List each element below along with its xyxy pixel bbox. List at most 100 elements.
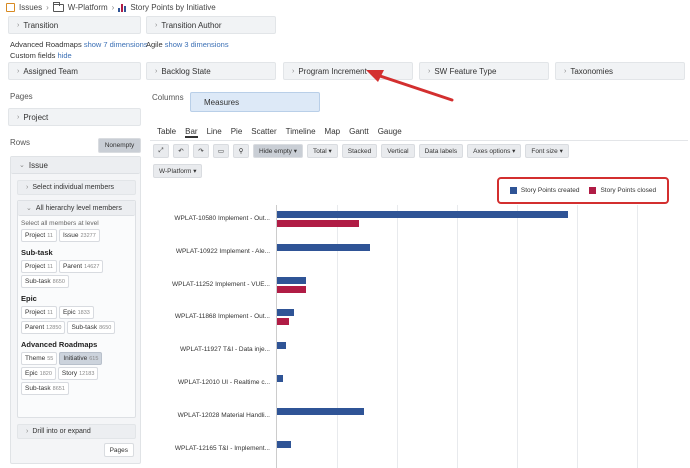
level-tag-story[interactable]: Story 12183 [57, 367, 99, 380]
category-label[interactable]: WPLAT-11868 Implement - Out... [175, 313, 270, 320]
dimension-label: Program Increment [298, 66, 367, 76]
category-label[interactable]: WPLAT-11252 Implement - VUE... [172, 281, 270, 288]
select-individual-members[interactable]: › Select individual members [17, 180, 136, 195]
tab-bar[interactable]: Bar [185, 127, 198, 138]
legend-swatch [589, 187, 597, 194]
bar-created[interactable] [277, 309, 295, 317]
level-tag-subtask[interactable]: Sub-task 8650 [67, 321, 116, 334]
tab-pie[interactable]: Pie [231, 127, 243, 138]
bar-closed[interactable] [277, 318, 289, 326]
bar-created[interactable] [277, 407, 365, 415]
grid-line [397, 205, 398, 468]
hide-link[interactable]: hide [58, 51, 72, 60]
level-tag-project[interactable]: Project 11 [21, 306, 57, 319]
tab-map[interactable]: Map [325, 127, 341, 138]
hierarchy-section: ⌄ All hierarchy level members Select all … [17, 200, 136, 418]
tab-scatter[interactable]: Scatter [251, 127, 276, 138]
axes-options-dropdown[interactable]: Axes options ▾ [467, 144, 522, 158]
bar-created[interactable] [277, 243, 371, 251]
tag-count: 11 [47, 263, 53, 270]
category-label[interactable]: WPLAT-12010 UI - Realtime c... [178, 379, 270, 386]
category-label[interactable]: WPLAT-10922 Implement - Ale... [176, 248, 270, 255]
level-tag-subtask[interactable]: Sub-task 8651 [21, 382, 69, 395]
pages-header: Pages [10, 92, 33, 101]
fullscreen-icon[interactable]: ⤢ [153, 144, 169, 158]
dimension-label: Issue [28, 160, 48, 170]
bar-closed[interactable] [277, 220, 359, 227]
dimension-backlog-state[interactable]: › Backlog State [146, 62, 276, 80]
dimension-assigned-team[interactable]: › Assigned Team [8, 62, 141, 80]
level-tag-initiative[interactable]: Initiative 615 [59, 352, 103, 365]
tab-table[interactable]: Table [157, 127, 176, 138]
level-tag-theme[interactable]: Theme 55 [21, 352, 58, 365]
data-labels-button[interactable]: Data labels [418, 144, 464, 158]
chevron-down-icon: ▾ [193, 168, 197, 175]
pages-button[interactable]: Pages [103, 443, 134, 457]
redo-icon[interactable]: ↷ [193, 144, 209, 158]
bar-created[interactable] [277, 211, 569, 218]
bar-created[interactable] [277, 375, 283, 382]
toolbar-label: W-Platform [159, 167, 192, 175]
tag-count: 1820 [39, 370, 52, 377]
breadcrumb-w-platform[interactable]: W-Platform [68, 3, 108, 12]
tag-label: Parent [62, 263, 83, 270]
tag-label: Sub-task [71, 324, 98, 331]
category-label[interactable]: WPLAT-12028 Material Handli... [178, 412, 270, 419]
subtask-hierarchy-header: Sub-task [21, 248, 53, 257]
pin-icon[interactable]: ⚲ [233, 144, 249, 158]
select-all-hint: Select all members at level [21, 220, 99, 227]
font-size-dropdown[interactable]: Font size ▾ [525, 144, 569, 158]
level-tag-issue[interactable]: Issue 23277 [58, 229, 100, 242]
level-tag-project[interactable]: Project 11 [21, 260, 57, 273]
tag-label: Project [25, 263, 46, 270]
tab-gantt[interactable]: Gantt [349, 127, 369, 138]
measures-chip[interactable]: Measures [190, 92, 320, 112]
legend-label: Story Points created [520, 187, 580, 194]
dimension-label: Assigned Team [23, 66, 78, 76]
chevron-right-icon: › [26, 184, 29, 191]
chevron-down-icon: ▾ [328, 148, 332, 155]
legend-item-created[interactable]: Story Points created [509, 187, 580, 194]
bar-created[interactable] [277, 276, 307, 284]
breadcrumb-issues[interactable]: Issues [19, 3, 42, 12]
advanced-roadmaps-row: Advanced Roadmaps show 7 dimensions [10, 40, 148, 49]
bar-closed[interactable] [277, 285, 307, 293]
category-label[interactable]: WPLAT-11927 T&I - Data inje... [180, 346, 270, 353]
nonempty-button[interactable]: Nonempty [98, 138, 141, 153]
issue-dimension[interactable]: ⌄ Issue [11, 157, 140, 174]
level-tag-epic[interactable]: Epic 1820 [21, 367, 56, 380]
level-tag-project[interactable]: Project 11 [21, 229, 57, 242]
hide-empty-dropdown[interactable]: Hide empty ▾ [253, 144, 303, 158]
level-tag-epic[interactable]: Epic 1833 [58, 306, 94, 319]
tab-gauge[interactable]: Gauge [378, 127, 402, 138]
level-tag-parent[interactable]: Parent 14627 [58, 260, 104, 273]
chevron-down-icon: ▾ [559, 148, 563, 155]
chevron-right-icon: › [155, 21, 158, 29]
pages-project[interactable]: › Project [8, 108, 141, 126]
show-dimensions-link[interactable]: show 7 dimensions [84, 40, 148, 49]
vertical-button[interactable]: Vertical [381, 144, 415, 158]
bar-created[interactable] [277, 342, 287, 350]
show-dimensions-link[interactable]: show 3 dimensions [165, 40, 229, 49]
total-dropdown[interactable]: Total ▾ [306, 144, 338, 158]
drill-into-or-expand[interactable]: › Drill into or expand [17, 424, 136, 439]
tab-timeline[interactable]: Timeline [286, 127, 316, 138]
bar-created[interactable] [277, 440, 291, 448]
dimension-taxonomies[interactable]: › Taxonomies [555, 62, 685, 80]
stacked-button[interactable]: Stacked [341, 144, 378, 158]
legend-item-closed[interactable]: Story Points closed [589, 187, 656, 194]
all-hierarchy-level-members[interactable]: ⌄ All hierarchy level members [18, 201, 135, 216]
comment-icon[interactable]: ▭ [213, 144, 229, 158]
category-label[interactable]: WPLAT-10580 Implement - Out... [174, 215, 270, 222]
dimension-transition[interactable]: › Transition [8, 16, 141, 34]
category-label[interactable]: WPLAT-12165 T&I - Implement... [175, 445, 270, 452]
tab-line[interactable]: Line [207, 127, 222, 138]
tag-count: 55 [47, 355, 54, 362]
level-tag-subtask[interactable]: Sub-task 8650 [21, 275, 69, 288]
page-filter-dropdown[interactable]: W-Platform ▾ [153, 164, 203, 178]
level-tag-parent[interactable]: Parent 12850 [21, 321, 66, 334]
undo-icon[interactable]: ↶ [173, 144, 189, 158]
section-label: Drill into or expand [32, 428, 91, 435]
dimension-transition-author[interactable]: › Transition Author [146, 16, 276, 34]
tag-label: Sub-task [25, 385, 51, 392]
